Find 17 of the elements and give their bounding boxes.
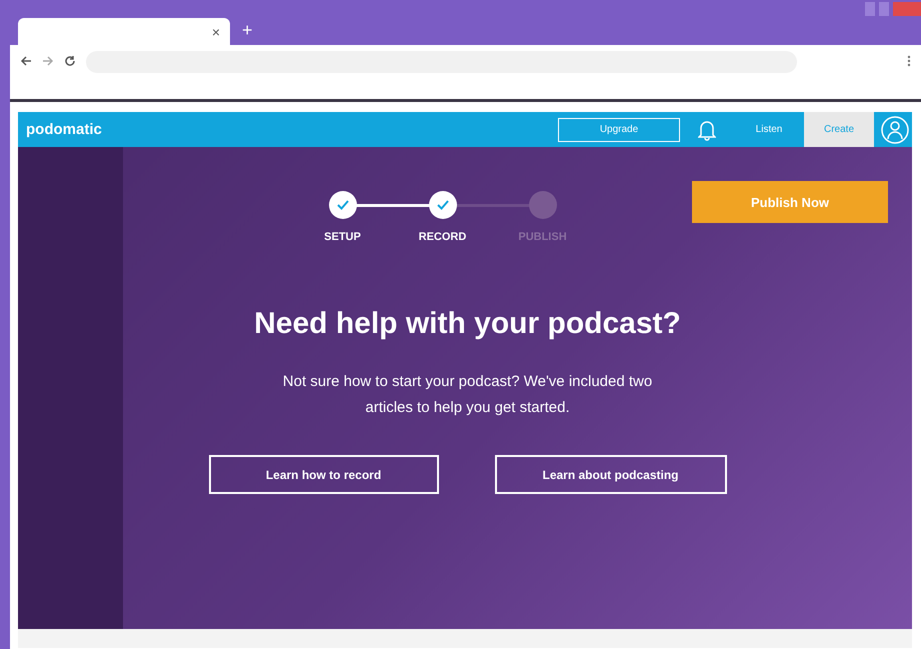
article-button[interactable]: Learn about podcasting	[494, 455, 726, 494]
check-icon	[436, 200, 448, 210]
step-label: PUBLISH	[518, 231, 567, 243]
nav-tab[interactable]: Listen	[734, 112, 804, 147]
browser-tab[interactable]: ×	[18, 18, 230, 45]
avatar-icon[interactable]	[880, 114, 910, 144]
check-icon	[336, 200, 348, 210]
upgrade-button[interactable]: Upgrade	[558, 118, 680, 142]
page-heading: Need help with your podcast?	[254, 307, 681, 341]
new-tab-button[interactable]: +	[238, 20, 257, 45]
site-logo[interactable]: podomatic	[18, 121, 558, 138]
intro-text: Not sure how to start your podcast? We've included two articles to help you get started.	[282, 372, 654, 418]
step-label: RECORD	[418, 231, 466, 243]
step-label: SETUP	[324, 231, 361, 243]
tab-close-button[interactable]: ×	[212, 24, 220, 40]
bell-icon[interactable]	[698, 118, 716, 140]
article-button[interactable]: Learn how to record	[208, 455, 438, 494]
